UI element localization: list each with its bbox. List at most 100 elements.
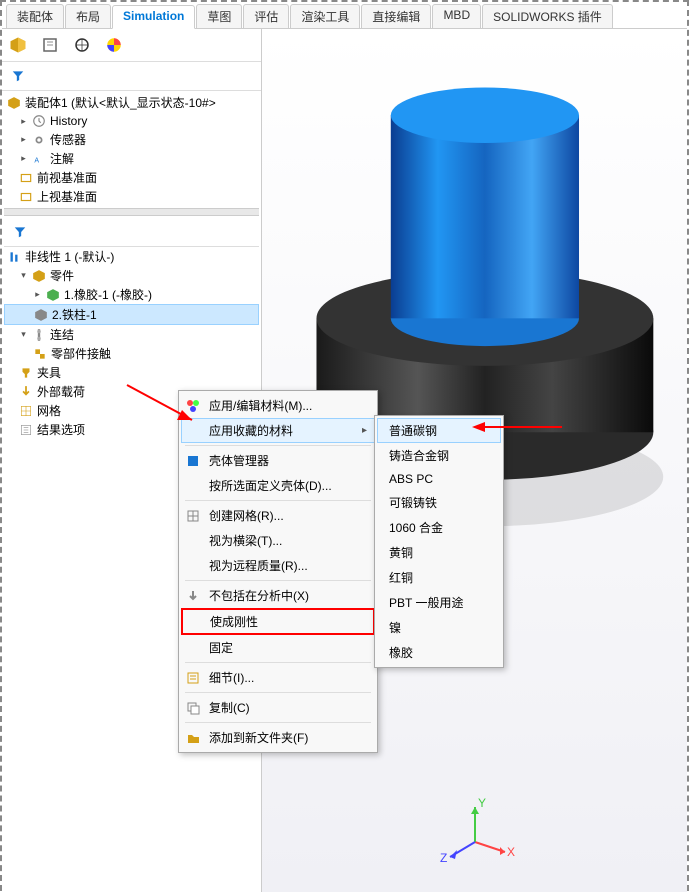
- connection-icon: [31, 327, 47, 343]
- parts-icon: [31, 268, 47, 284]
- tab-sketch[interactable]: 草图: [196, 4, 242, 28]
- tree-part-1-label: 1.橡胶-1 (-橡胶-): [64, 286, 152, 303]
- material-plain-carbon-steel[interactable]: 普通碳钢: [377, 418, 501, 443]
- menu-apply-edit-material[interactable]: 应用/编辑材料(M)...: [181, 393, 375, 418]
- svg-text:Z: Z: [440, 851, 447, 865]
- tree-component-contact[interactable]: 零部件接触: [4, 344, 259, 363]
- menu-item-label: 橡胶: [389, 644, 413, 661]
- tree-annotations-label: 注解: [50, 150, 74, 167]
- material-rubber[interactable]: 橡胶: [377, 640, 501, 665]
- property-tab-icon[interactable]: [38, 33, 62, 57]
- study-icon: [6, 249, 22, 265]
- tab-render[interactable]: 渲染工具: [290, 4, 360, 28]
- expand-icon[interactable]: ▸: [18, 134, 29, 145]
- menu-separator: [185, 722, 371, 723]
- panel-tabs: [2, 29, 261, 62]
- menu-item-label: 铸造合金钢: [389, 447, 449, 464]
- tab-mbd[interactable]: MBD: [432, 4, 481, 28]
- copy-icon: [185, 700, 201, 716]
- tab-simulation[interactable]: Simulation: [112, 5, 195, 29]
- mesh-icon: [18, 403, 34, 419]
- menu-item-label: PBT 一般用途: [389, 594, 463, 611]
- history-icon: [31, 113, 47, 129]
- menu-item-label: 不包括在分析中(X): [209, 587, 309, 604]
- details-icon: [185, 670, 201, 686]
- menu-item-label: 复制(C): [209, 699, 250, 716]
- plane-icon: [18, 189, 34, 205]
- tree-study-root[interactable]: 非线性 1 (-默认-): [4, 247, 259, 266]
- menu-item-label: 按所选面定义壳体(D)...: [209, 477, 332, 494]
- menu-item-label: 创建网格(R)...: [209, 507, 284, 524]
- tree-mesh-label: 网格: [37, 402, 61, 419]
- menu-details[interactable]: 细节(I)...: [181, 665, 375, 690]
- tab-assembly[interactable]: 装配体: [6, 4, 64, 28]
- tree-part-2[interactable]: 2.铁柱-1: [4, 304, 259, 325]
- menu-treat-as-remote-mass[interactable]: 视为远程质量(R)...: [181, 553, 375, 578]
- menu-make-rigid[interactable]: 使成刚性: [181, 608, 375, 635]
- tree-component-contact-label: 零部件接触: [51, 345, 111, 362]
- tree-parts[interactable]: ▾ 零件: [4, 266, 259, 285]
- tab-evaluate[interactable]: 评估: [243, 4, 289, 28]
- expand-icon[interactable]: ▾: [18, 270, 29, 281]
- config-tab-icon[interactable]: [70, 33, 94, 57]
- tree-divider[interactable]: [4, 208, 259, 216]
- menu-create-mesh[interactable]: 创建网格(R)...: [181, 503, 375, 528]
- menu-treat-as-beam[interactable]: 视为横梁(T)...: [181, 528, 375, 553]
- menu-item-label: 1060 合金: [389, 519, 443, 536]
- tree-front-plane[interactable]: 前视基准面: [4, 168, 259, 187]
- tree-root-assembly[interactable]: 装配体1 (默认<默认_显示状态-10#>: [4, 93, 259, 112]
- axis-gizmo[interactable]: X Y Z: [435, 792, 515, 872]
- tree-sensors[interactable]: ▸ 传感器: [4, 130, 259, 149]
- menu-add-to-folder[interactable]: 添加到新文件夹(F): [181, 725, 375, 750]
- menu-item-label: ABS PC: [389, 472, 433, 486]
- material-1060-alloy[interactable]: 1060 合金: [377, 515, 501, 540]
- appearance-tab-icon[interactable]: [102, 33, 126, 57]
- menu-exclude-from-analysis[interactable]: 不包括在分析中(X): [181, 583, 375, 608]
- material-icon: [185, 398, 201, 414]
- tree-annotations[interactable]: ▸ A 注解: [4, 149, 259, 168]
- tree-top-plane[interactable]: 上视基准面: [4, 187, 259, 206]
- menu-apply-favorite-material[interactable]: 应用收藏的材料 ▸ 普通碳钢 铸造合金钢 ABS PC 可锻铸铁 1060 合金…: [181, 418, 375, 443]
- context-menu: 应用/编辑材料(M)... 应用收藏的材料 ▸ 普通碳钢 铸造合金钢 ABS P…: [178, 390, 378, 753]
- expand-icon[interactable]: ▸: [18, 153, 29, 164]
- tree-history[interactable]: ▸ History: [4, 112, 259, 130]
- svg-text:Y: Y: [478, 796, 486, 810]
- material-cast-alloy-steel[interactable]: 铸造合金钢: [377, 443, 501, 468]
- menu-item-label: 应用/编辑材料(M)...: [209, 397, 312, 414]
- menu-shell-manager[interactable]: 壳体管理器: [181, 448, 375, 473]
- folder-icon: [185, 730, 201, 746]
- plane-icon: [18, 170, 34, 186]
- tree-part-1[interactable]: ▸ 1.橡胶-1 (-橡胶-): [4, 285, 259, 304]
- menu-item-label: 普通碳钢: [389, 422, 437, 439]
- tree-fixtures[interactable]: 夹具: [4, 363, 259, 382]
- menu-fixed[interactable]: 固定: [181, 635, 375, 660]
- assembly-icon: [6, 95, 22, 111]
- material-copper[interactable]: 红铜: [377, 565, 501, 590]
- menu-separator: [185, 580, 371, 581]
- material-ductile-iron[interactable]: 可锻铸铁: [377, 490, 501, 515]
- shell-icon: [185, 453, 201, 469]
- menu-define-shell[interactable]: 按所选面定义壳体(D)...: [181, 473, 375, 498]
- feature-tree-tab-icon[interactable]: [6, 33, 30, 57]
- tree-front-plane-label: 前视基准面: [37, 169, 97, 186]
- tab-direct-edit[interactable]: 直接编辑: [361, 4, 431, 28]
- filter-icon[interactable]: [6, 64, 30, 88]
- tree-connections[interactable]: ▾ 连结: [4, 325, 259, 344]
- sensor-icon: [31, 132, 47, 148]
- menu-separator: [185, 500, 371, 501]
- menu-copy[interactable]: 复制(C): [181, 695, 375, 720]
- material-brass[interactable]: 黄铜: [377, 540, 501, 565]
- menu-item-label: 壳体管理器: [209, 452, 269, 469]
- filter-icon[interactable]: [8, 220, 32, 244]
- menu-item-label: 应用收藏的材料: [209, 422, 293, 439]
- expand-icon[interactable]: ▸: [32, 289, 43, 300]
- tab-plugins[interactable]: SOLIDWORKS 插件: [482, 4, 613, 28]
- tab-layout[interactable]: 布局: [65, 4, 111, 28]
- tree-connections-label: 连结: [50, 326, 74, 343]
- expand-icon[interactable]: ▾: [18, 329, 29, 340]
- menu-item-label: 可锻铸铁: [389, 494, 437, 511]
- material-nickel[interactable]: 镍: [377, 615, 501, 640]
- material-abs-pc[interactable]: ABS PC: [377, 468, 501, 490]
- material-pbt[interactable]: PBT 一般用途: [377, 590, 501, 615]
- expand-icon[interactable]: ▸: [18, 116, 29, 127]
